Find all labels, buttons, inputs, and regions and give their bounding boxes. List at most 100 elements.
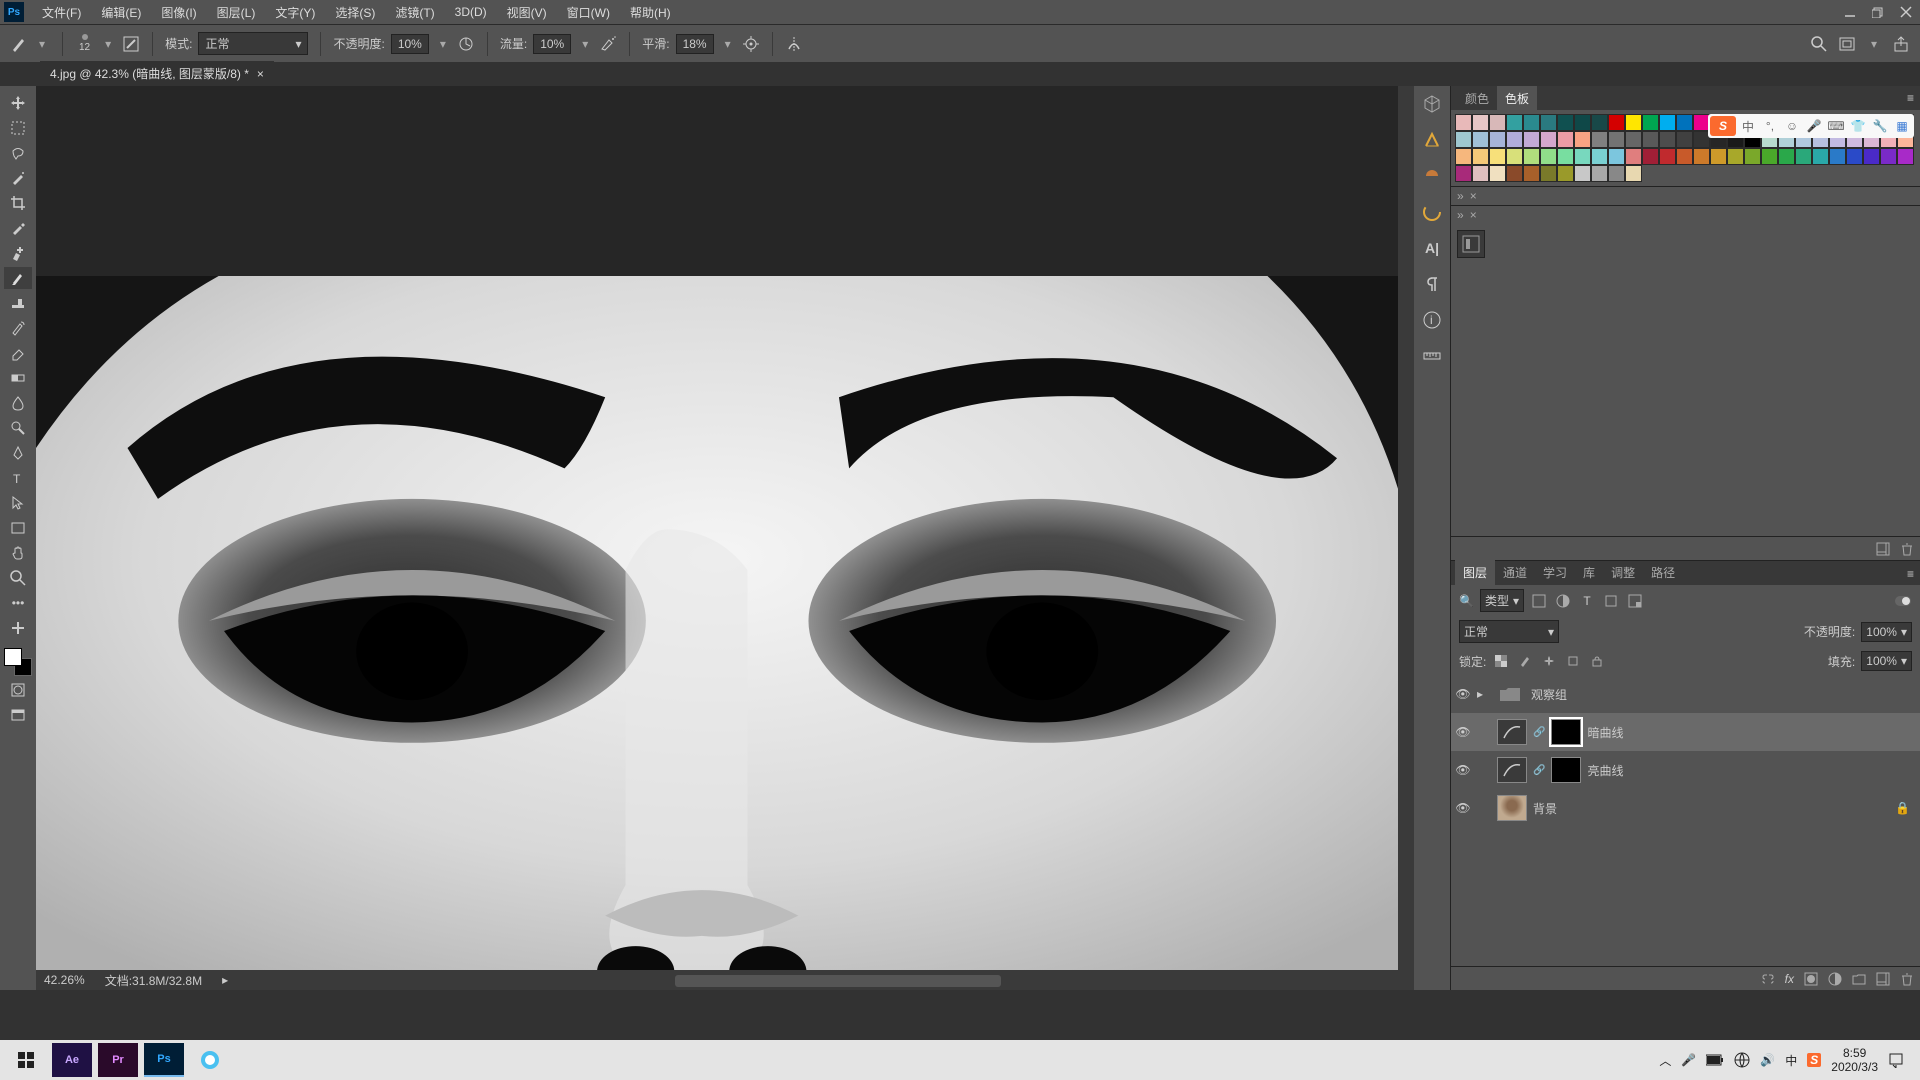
color-swatch[interactable] bbox=[1574, 148, 1591, 165]
tray-battery-icon[interactable] bbox=[1706, 1054, 1724, 1066]
color-swatch[interactable] bbox=[1540, 165, 1557, 182]
color-swatch[interactable] bbox=[1591, 165, 1608, 182]
new-layer-icon[interactable] bbox=[1876, 972, 1890, 986]
foreground-color-swatch[interactable] bbox=[4, 648, 22, 666]
properties-thumb-icon[interactable] bbox=[1457, 230, 1485, 258]
color-swatch[interactable] bbox=[1625, 148, 1642, 165]
clone-stamp-tool[interactable] bbox=[4, 292, 32, 314]
layer-filter-type[interactable]: 类型▾ bbox=[1480, 589, 1524, 612]
panel-collapse-icon[interactable]: » bbox=[1457, 208, 1464, 222]
pen-tool[interactable] bbox=[4, 442, 32, 464]
ime-keyboard-icon[interactable]: ⌨ bbox=[1826, 116, 1846, 136]
filter-smartobject-icon[interactable] bbox=[1626, 592, 1644, 610]
color-swatch[interactable] bbox=[1642, 131, 1659, 148]
document-tab[interactable]: 4.jpg @ 42.3% (暗曲线, 图层蒙版/8) * × bbox=[40, 61, 274, 86]
menu-file[interactable]: 文件(F) bbox=[32, 0, 91, 24]
layer-visibility-icon[interactable]: 👁 bbox=[1455, 687, 1471, 701]
color-swatch[interactable] bbox=[1608, 114, 1625, 131]
share-icon[interactable] bbox=[1892, 35, 1910, 53]
color-swatch[interactable] bbox=[1557, 148, 1574, 165]
magic-wand-tool[interactable] bbox=[4, 167, 32, 189]
quick-mask-icon[interactable] bbox=[4, 679, 32, 701]
layer-name[interactable]: 观察组 bbox=[1531, 686, 1567, 703]
layer-fx-icon[interactable]: fx bbox=[1785, 972, 1794, 986]
ime-tools-icon[interactable]: 🔧 bbox=[1870, 116, 1890, 136]
color-swatch[interactable] bbox=[1455, 148, 1472, 165]
taskbar-aftereffects[interactable]: Ae bbox=[52, 1043, 92, 1077]
panel-close-icon[interactable]: × bbox=[1470, 189, 1477, 203]
panel-menu-icon[interactable]: ≡ bbox=[1907, 91, 1920, 105]
tray-chevron-icon[interactable]: ︿ bbox=[1659, 1052, 1671, 1069]
color-swatch[interactable] bbox=[1676, 131, 1693, 148]
color-swatch[interactable] bbox=[1659, 148, 1676, 165]
color-swatch[interactable] bbox=[1557, 131, 1574, 148]
gradient-tool[interactable] bbox=[4, 367, 32, 389]
color-swatch[interactable] bbox=[1455, 131, 1472, 148]
brush-tool-indicator-icon[interactable] bbox=[10, 35, 28, 53]
layer-opacity-value[interactable]: 100%▾ bbox=[1861, 622, 1912, 642]
color-swatch[interactable] bbox=[1744, 148, 1761, 165]
color-swatch[interactable] bbox=[1523, 114, 1540, 131]
panel-collapse-icon[interactable]: » bbox=[1457, 189, 1464, 203]
tray-ime-lang-icon[interactable]: 中 bbox=[1785, 1052, 1797, 1069]
color-swatch[interactable] bbox=[1676, 114, 1693, 131]
menu-help[interactable]: 帮助(H) bbox=[620, 0, 681, 24]
smooth-dropdown[interactable]: ▾ bbox=[720, 37, 736, 51]
layer-row[interactable]: 👁🔗亮曲线 bbox=[1451, 751, 1920, 789]
brush-preset-dropdown[interactable]: ▾ bbox=[100, 37, 116, 51]
layer-mask-thumb[interactable] bbox=[1551, 719, 1581, 745]
filter-type-icon[interactable]: T bbox=[1578, 592, 1596, 610]
color-swatch[interactable] bbox=[1761, 148, 1778, 165]
color-swatch[interactable] bbox=[1557, 165, 1574, 182]
filter-pixel-icon[interactable] bbox=[1530, 592, 1548, 610]
tab-paths[interactable]: 路径 bbox=[1643, 560, 1683, 585]
lasso-tool[interactable] bbox=[4, 142, 32, 164]
symmetry-icon[interactable] bbox=[785, 35, 803, 53]
color-swatch[interactable] bbox=[1489, 148, 1506, 165]
flow-value[interactable]: 10% bbox=[533, 34, 571, 54]
frame-icon[interactable] bbox=[1838, 35, 1856, 53]
horizontal-scrollbar[interactable] bbox=[296, 972, 1380, 990]
color-swatch[interactable] bbox=[1778, 148, 1795, 165]
color-swatch[interactable] bbox=[1455, 114, 1472, 131]
color-swatch[interactable] bbox=[1727, 148, 1744, 165]
color-swatch[interactable] bbox=[1506, 165, 1523, 182]
taskbar-photoshop[interactable]: Ps bbox=[144, 1043, 184, 1077]
tab-swatches[interactable]: 色板 bbox=[1497, 86, 1537, 110]
dock-character-icon[interactable]: A| bbox=[1420, 236, 1444, 260]
color-swatch[interactable] bbox=[1659, 114, 1676, 131]
vertical-scrollbar[interactable] bbox=[1398, 86, 1414, 990]
color-swatch[interactable] bbox=[1693, 148, 1710, 165]
eyedropper-tool[interactable] bbox=[4, 217, 32, 239]
opacity-dropdown[interactable]: ▾ bbox=[435, 37, 451, 51]
hand-tool[interactable] bbox=[4, 542, 32, 564]
workspace-dropdown[interactable]: ▾ bbox=[1866, 37, 1882, 51]
color-swatch[interactable] bbox=[1574, 131, 1591, 148]
filter-adjustment-icon[interactable] bbox=[1554, 592, 1572, 610]
start-button[interactable] bbox=[6, 1043, 46, 1077]
dock-adjustments-icon[interactable] bbox=[1420, 128, 1444, 152]
layer-name[interactable]: 暗曲线 bbox=[1587, 724, 1623, 741]
brush-settings-panel-icon[interactable] bbox=[122, 35, 140, 53]
dodge-tool[interactable] bbox=[4, 417, 32, 439]
type-tool[interactable]: T bbox=[4, 467, 32, 489]
zoom-level[interactable]: 42.26% bbox=[44, 973, 85, 987]
color-swatch[interactable] bbox=[1591, 131, 1608, 148]
dock-libraries-icon[interactable] bbox=[1420, 164, 1444, 188]
color-swatch[interactable] bbox=[1489, 114, 1506, 131]
delete-layer-icon[interactable] bbox=[1900, 972, 1914, 986]
link-mask-icon[interactable]: 🔗 bbox=[1533, 765, 1545, 776]
menu-edit[interactable]: 编辑(E) bbox=[91, 0, 151, 24]
new-swatch-icon[interactable] bbox=[1876, 542, 1890, 556]
menu-select[interactable]: 选择(S) bbox=[325, 0, 385, 24]
edit-toolbar-icon[interactable] bbox=[4, 617, 32, 639]
document-canvas[interactable] bbox=[36, 276, 1398, 986]
layer-fill-value[interactable]: 100%▾ bbox=[1861, 651, 1912, 671]
tray-network-icon[interactable] bbox=[1734, 1052, 1750, 1068]
color-swatch[interactable] bbox=[1523, 131, 1540, 148]
menu-window[interactable]: 窗口(W) bbox=[557, 0, 620, 24]
foreground-background-colors[interactable] bbox=[4, 648, 32, 676]
menu-view[interactable]: 视图(V) bbox=[497, 0, 557, 24]
zoom-tool[interactable] bbox=[4, 567, 32, 589]
healing-brush-tool[interactable] bbox=[4, 242, 32, 264]
